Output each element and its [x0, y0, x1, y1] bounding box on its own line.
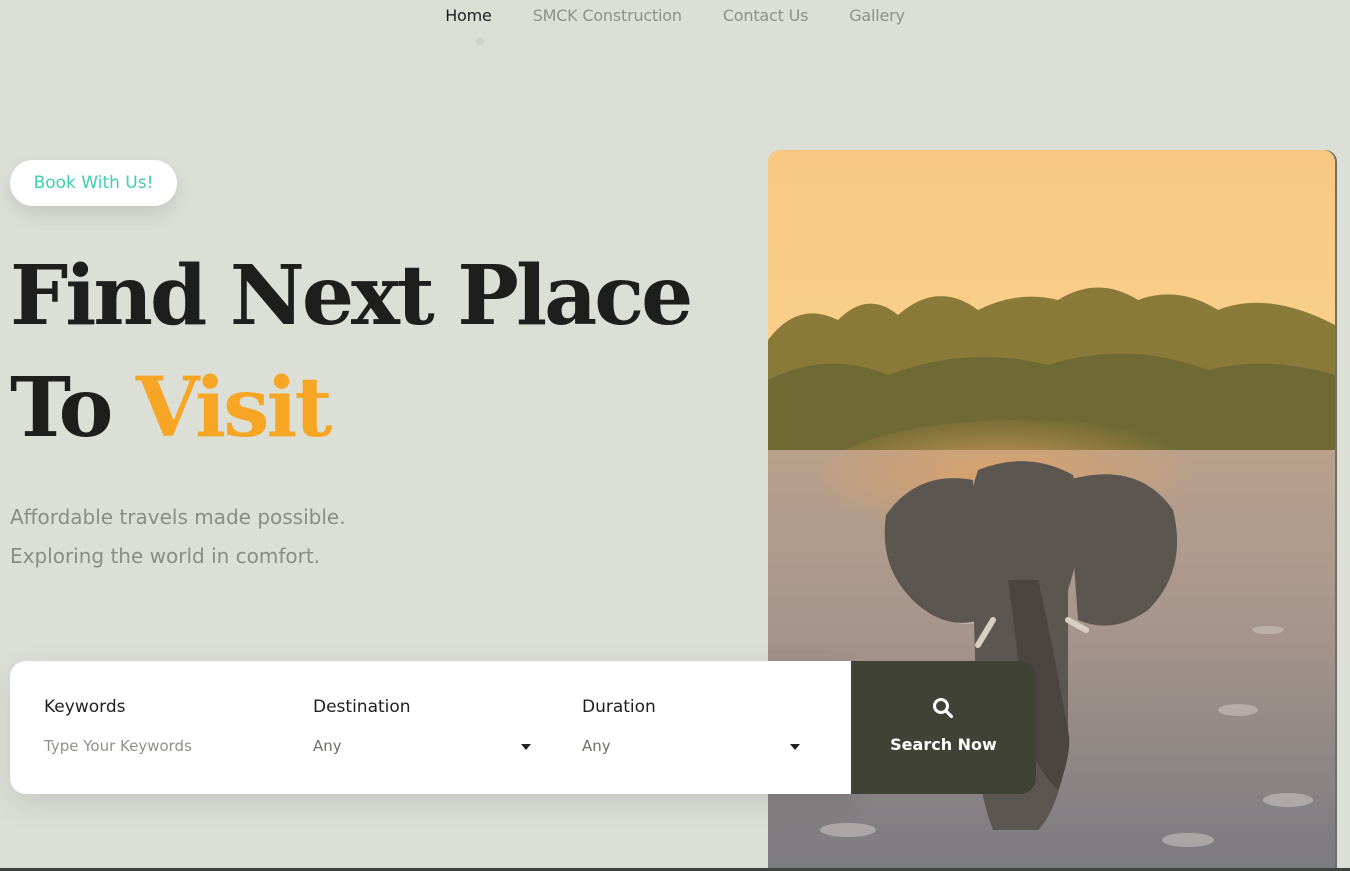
search-form: Keywords Type Your Keywords Destination … [10, 661, 851, 794]
chevron-down-icon[interactable] [521, 744, 531, 750]
keywords-label: Keywords [44, 697, 126, 717]
nav-gallery[interactable]: Gallery [849, 6, 905, 25]
hero-subtitle-line1: Affordable travels made possible. [10, 505, 346, 529]
hero-title-accent: Visit [135, 360, 333, 456]
duration-label: Duration [582, 697, 656, 717]
hero-title-line2-prefix: To [10, 360, 113, 456]
nav-contact-us[interactable]: Contact Us [723, 6, 809, 25]
hero-subtitle-line2: Exploring the world in comfort. [10, 544, 321, 568]
hero-title: Find Next Place To Visit [10, 240, 693, 464]
nav-active-indicator [476, 37, 484, 45]
duration-select[interactable]: Duration Any [582, 697, 800, 755]
chevron-down-icon[interactable] [790, 744, 800, 750]
duration-value[interactable]: Any [582, 737, 800, 755]
destination-select[interactable]: Destination Any [313, 697, 531, 755]
nav-smck-construction[interactable]: SMCK Construction [533, 6, 682, 25]
search-now-label: Search Now [890, 735, 997, 754]
nav-home[interactable]: Home [445, 6, 492, 25]
destination-value[interactable]: Any [313, 737, 531, 755]
destination-label: Destination [313, 697, 411, 717]
keywords-field[interactable]: Keywords Type Your Keywords [44, 697, 192, 755]
search-icon [932, 697, 954, 723]
hero-title-line1: Find Next Place [10, 248, 693, 344]
hero-subtitle: Affordable travels made possible. Explor… [10, 498, 346, 576]
keywords-input[interactable]: Type Your Keywords [44, 737, 192, 755]
search-now-button[interactable]: Search Now [851, 661, 1036, 794]
main-nav: Home SMCK Construction Contact Us Galler… [0, 6, 1350, 25]
book-with-us-badge[interactable]: Book With Us! [10, 160, 177, 206]
